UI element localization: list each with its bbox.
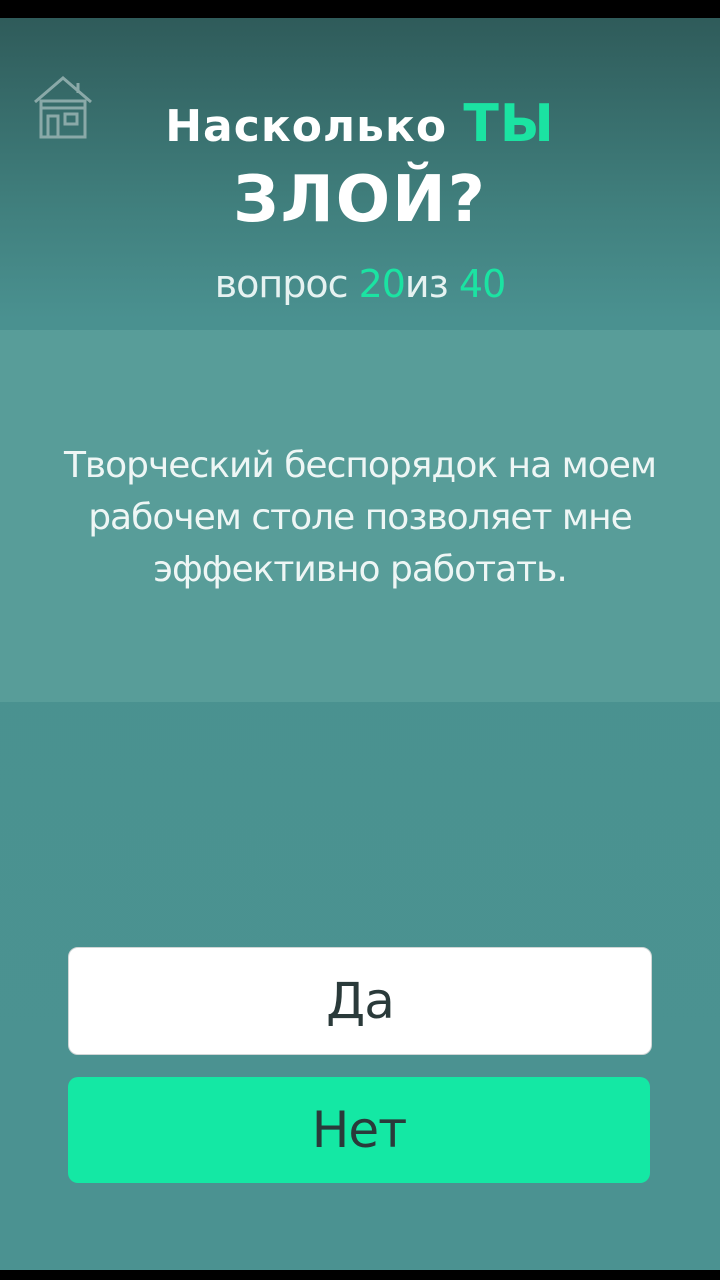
no-button[interactable]: Нет: [68, 1077, 650, 1183]
question-counter: вопрос 20из 40: [0, 262, 720, 306]
question-text: Творческий беспорядок на моем рабочем ст…: [63, 445, 657, 590]
page-title-line2: ЗЛОЙ?: [233, 163, 487, 237]
yes-button[interactable]: Да: [68, 947, 652, 1055]
title-part1: Насколько: [165, 101, 448, 152]
app-screen: Насколько ТЫ ЗЛОЙ? вопрос 20из 40 Творче…: [0, 18, 720, 1270]
counter-prefix: вопрос: [214, 262, 349, 306]
counter-current: 20: [358, 262, 406, 306]
page-title-line1: Насколько ТЫ: [0, 98, 720, 150]
counter-total: 40: [458, 262, 506, 306]
counter-separator: из: [404, 262, 449, 306]
title-accent: ТЫ: [463, 94, 555, 154]
question-panel: Творческий беспорядок на моем рабочем ст…: [0, 330, 720, 702]
